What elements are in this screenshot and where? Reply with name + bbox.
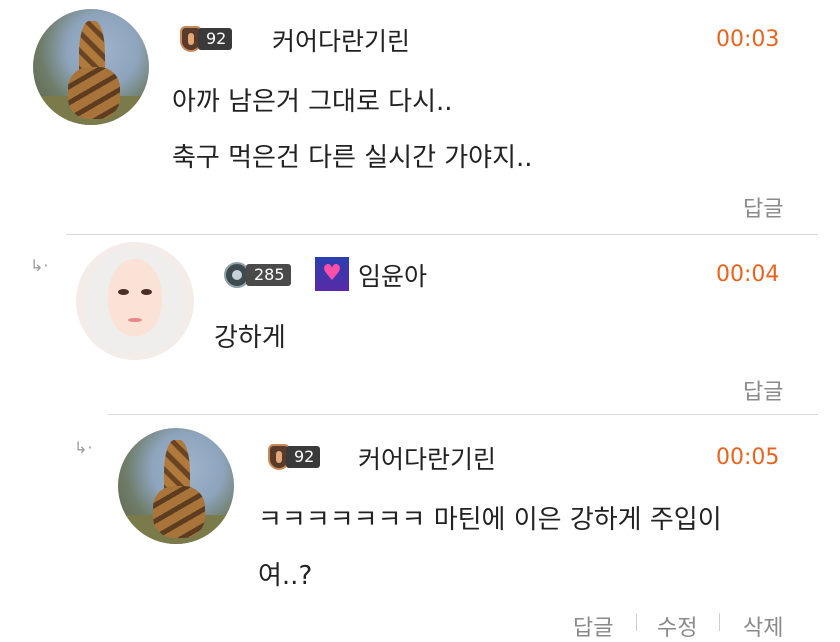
divider xyxy=(108,414,818,415)
avatar[interactable] xyxy=(33,9,149,125)
timestamp: 00:03 xyxy=(716,27,780,52)
action-separator xyxy=(719,613,720,631)
action-separator xyxy=(636,613,637,631)
level-number: 92 xyxy=(286,446,321,468)
timestamp: 00:04 xyxy=(716,262,780,287)
username[interactable]: 커어다란기린 xyxy=(358,440,496,476)
heart-icon: ♥ xyxy=(322,261,342,286)
level-badge: 92 xyxy=(268,443,321,471)
username[interactable]: 임윤아 xyxy=(358,257,427,293)
reply-arrow-icon: ↳· xyxy=(74,438,93,457)
avatar[interactable] xyxy=(118,428,234,544)
reply-button[interactable]: 답글 xyxy=(743,191,783,223)
comment-line: ㅋㅋㅋㅋㅋㅋㅋ 마틴에 이은 강하게 주입이 xyxy=(258,505,722,535)
level-number: 285 xyxy=(246,264,291,286)
delete-button[interactable]: 삭제 xyxy=(743,610,783,642)
giraffe-body xyxy=(67,67,120,120)
username[interactable]: 커어다란기린 xyxy=(272,22,410,58)
comment-text: 아까 남은거 그대로 다시.. 축구 먹은건 다른 실시간 가야지.. xyxy=(172,79,533,181)
avatar[interactable] xyxy=(76,242,194,360)
avatar-face xyxy=(107,258,163,337)
reply-button[interactable]: 답글 xyxy=(573,610,613,642)
reply-button[interactable]: 답글 xyxy=(743,374,783,406)
reply-arrow-icon: ↳· xyxy=(30,256,49,275)
giraffe-body xyxy=(152,486,205,539)
comment-text: 강하게 xyxy=(214,315,286,361)
timestamp: 00:05 xyxy=(716,445,780,470)
level-number: 92 xyxy=(198,28,233,50)
heart-emblem-icon: ♥ xyxy=(315,257,349,291)
comment-text: ㅋㅋㅋㅋㅋㅋㅋ 마틴에 이은 강하게 주입이 여..? xyxy=(258,497,722,599)
level-badge: 92 xyxy=(180,25,233,53)
comment-line: 축구 먹은건 다른 실시간 가야지.. xyxy=(172,143,533,173)
comment-line: 아까 남은거 그대로 다시.. xyxy=(172,87,453,117)
level-badge: 285 xyxy=(224,261,291,289)
avatar-eye xyxy=(140,289,152,296)
divider xyxy=(66,234,818,235)
comment-line: 강하게 xyxy=(214,323,286,353)
edit-button[interactable]: 수정 xyxy=(657,610,697,642)
comment-line: 여..? xyxy=(258,561,313,591)
